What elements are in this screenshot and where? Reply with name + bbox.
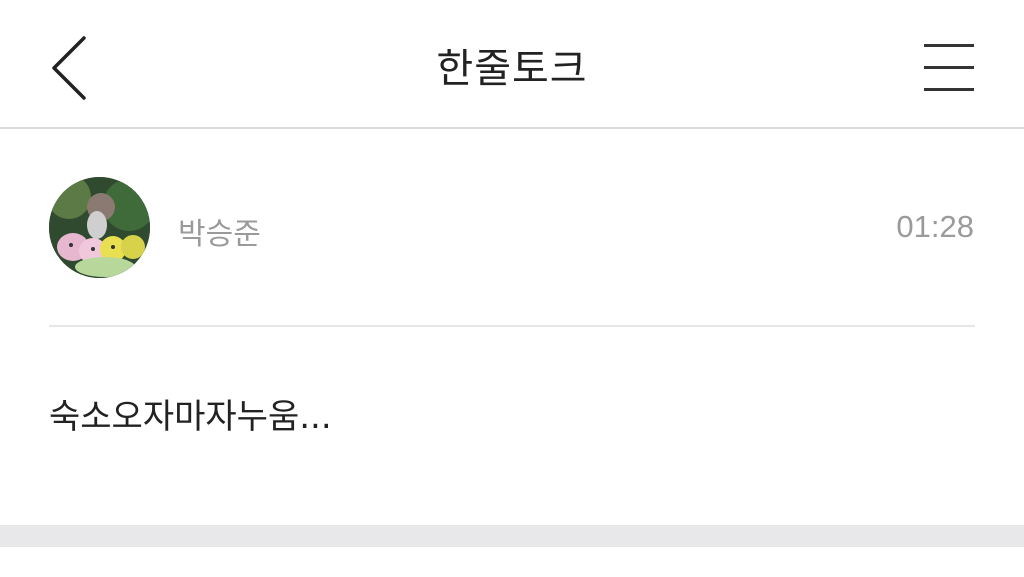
section-separator: [0, 525, 1024, 547]
author-name[interactable]: 박승준: [178, 209, 261, 253]
divider: [49, 325, 975, 327]
top-bar: 한줄토크: [0, 0, 1024, 129]
avatar-image: [49, 177, 150, 278]
post-message: 숙소오자마자누움...: [49, 397, 332, 437]
page-title: 한줄토크: [436, 46, 588, 92]
menu-button[interactable]: [918, 36, 980, 98]
talk-post: 박승준 01:28 숙소오자마자누움...: [0, 131, 1024, 525]
avatar[interactable]: [49, 177, 150, 278]
bottom-area: [0, 547, 1024, 577]
menu-line: [924, 88, 974, 91]
menu-line: [924, 66, 974, 69]
post-time: 01:28: [896, 209, 974, 244]
menu-line: [924, 44, 974, 47]
